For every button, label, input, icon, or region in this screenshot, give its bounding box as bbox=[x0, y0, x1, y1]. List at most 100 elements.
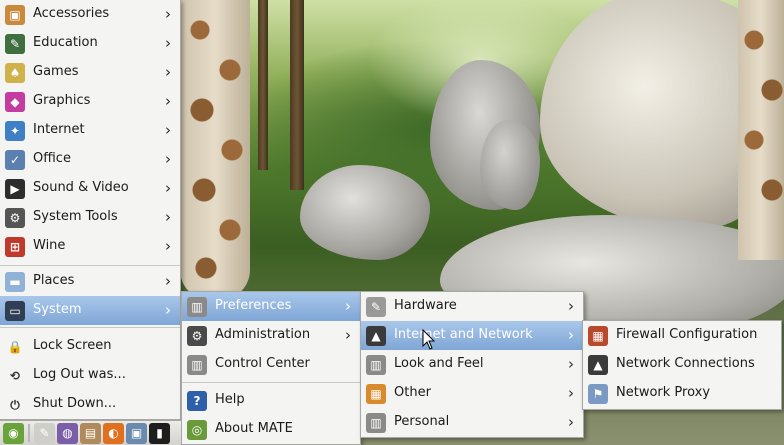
sound-video-icon: ▶ bbox=[5, 179, 25, 199]
menu-item-places[interactable]: ▬ Places › bbox=[0, 267, 180, 296]
firewall-icon: ▦ bbox=[588, 326, 608, 346]
menu-item-label: Control Center bbox=[215, 356, 310, 371]
mouse-cursor-icon bbox=[422, 329, 436, 350]
menu-item-label: System bbox=[33, 302, 82, 317]
menu-item-system[interactable]: ▭ System › bbox=[0, 296, 180, 325]
chevron-right-icon: › bbox=[165, 301, 171, 319]
menu-item-label: Education bbox=[33, 35, 98, 50]
menu-item-hardware[interactable]: ✎ Hardware › bbox=[361, 292, 583, 321]
preferences-icon: ▥ bbox=[187, 297, 207, 317]
preferences-submenu: ✎ Hardware › ▲ Internet and Network › ▥ Look an… bbox=[360, 291, 584, 438]
menu-item-administration[interactable]: ⚙ Administration › bbox=[182, 321, 360, 350]
menu-item-label: Hardware bbox=[394, 298, 457, 313]
logout-icon: ⟲ bbox=[9, 369, 21, 383]
menu-item-label: Help bbox=[215, 392, 245, 407]
menu-item-network-connections[interactable]: ▲ Network Connections bbox=[583, 350, 781, 379]
menu-item-personal[interactable]: ▥ Personal › bbox=[361, 408, 583, 437]
network-connections-icon: ▲ bbox=[588, 355, 608, 375]
menu-item-about-mate[interactable]: ◎ About MATE bbox=[182, 415, 360, 444]
graphics-icon: ◆ bbox=[5, 92, 25, 112]
menu-item-label: Office bbox=[33, 151, 71, 166]
chevron-right-icon: › bbox=[165, 5, 171, 23]
menu-item-label: Shut Down... bbox=[33, 396, 117, 411]
system-submenu: ▥ Preferences › ⚙ Administration › ▥ Con… bbox=[181, 291, 361, 445]
menu-item-education[interactable]: ✎ Education › bbox=[0, 29, 180, 58]
menu-item-label: Places bbox=[33, 273, 75, 288]
menu-item-firewall-configuration[interactable]: ▦ Firewall Configuration bbox=[583, 321, 781, 350]
menu-item-label: Sound & Video bbox=[33, 180, 129, 195]
chevron-right-icon: › bbox=[568, 297, 574, 315]
network-icon: ▲ bbox=[366, 326, 386, 346]
help-icon: ? bbox=[187, 391, 207, 411]
firefox-icon[interactable]: ◐ bbox=[103, 422, 124, 444]
file-manager-icon[interactable]: ▣ bbox=[126, 422, 147, 444]
menu-item-system-tools[interactable]: ⚙ System Tools › bbox=[0, 203, 180, 232]
network-proxy-icon: ⚑ bbox=[588, 384, 608, 404]
menu-item-label: Preferences bbox=[215, 298, 292, 313]
menu-item-label: About MATE bbox=[215, 421, 293, 436]
menu-item-label: Lock Screen bbox=[33, 338, 112, 353]
chevron-right-icon: › bbox=[345, 297, 351, 315]
internet-network-submenu: ▦ Firewall Configuration ▲ Network Connecti… bbox=[582, 320, 782, 410]
chevron-right-icon: › bbox=[568, 355, 574, 373]
menu-item-internet-and-network[interactable]: ▲ Internet and Network › bbox=[361, 321, 583, 350]
menu-item-internet[interactable]: ✦ Internet › bbox=[0, 116, 180, 145]
power-icon: ⏻ bbox=[10, 397, 20, 412]
menu-item-label: System Tools bbox=[33, 209, 118, 224]
games-icon: ♠ bbox=[5, 63, 25, 83]
look-feel-icon: ▥ bbox=[366, 355, 386, 375]
system-monitor-icon: ▭ bbox=[5, 301, 25, 321]
menu-item-label: Wine bbox=[33, 238, 66, 253]
menu-item-label: Look and Feel bbox=[394, 356, 484, 371]
chevron-right-icon: › bbox=[165, 272, 171, 290]
administration-icon: ⚙ bbox=[187, 326, 207, 346]
menu-item-preferences[interactable]: ▥ Preferences › bbox=[182, 292, 360, 321]
menu-item-look-and-feel[interactable]: ▥ Look and Feel › bbox=[361, 350, 583, 379]
applications-menu: ▣ Accessories › ✎ Education › ♠ Games › ◆ Graphics… bbox=[0, 0, 181, 420]
chevron-right-icon: › bbox=[165, 208, 171, 226]
menu-item-shut-down[interactable]: ⏻ Shut Down... bbox=[0, 390, 180, 419]
menu-item-label: Graphics bbox=[33, 93, 91, 108]
education-icon: ✎ bbox=[5, 34, 25, 54]
menu-item-lock-screen[interactable]: 🔒 Lock Screen bbox=[0, 332, 180, 361]
other-icon: ▦ bbox=[366, 384, 386, 404]
menu-item-control-center[interactable]: ▥ Control Center bbox=[182, 350, 360, 379]
terminal-icon[interactable]: ▮ bbox=[149, 422, 170, 444]
chevron-right-icon: › bbox=[165, 34, 171, 52]
bottom-panel: ◉ ✎ ◍ ▤ ◐ ▣ ▮ bbox=[0, 420, 181, 445]
text-editor-icon[interactable]: ✎ bbox=[34, 422, 55, 444]
mate-menu-icon[interactable]: ◉ bbox=[3, 422, 24, 444]
menu-item-sound-video[interactable]: ▶ Sound & Video › bbox=[0, 174, 180, 203]
menu-item-accessories[interactable]: ▣ Accessories › bbox=[0, 0, 180, 29]
menu-item-label: Other bbox=[394, 385, 431, 400]
menu-item-label: Network Connections bbox=[616, 356, 755, 371]
chevron-right-icon: › bbox=[568, 413, 574, 431]
menu-item-graphics[interactable]: ◆ Graphics › bbox=[0, 87, 180, 116]
chevron-right-icon: › bbox=[165, 63, 171, 81]
chevron-right-icon: › bbox=[165, 92, 171, 110]
menu-item-network-proxy[interactable]: ⚑ Network Proxy bbox=[583, 379, 781, 408]
personal-icon: ▥ bbox=[366, 413, 386, 433]
menu-item-other[interactable]: ▦ Other › bbox=[361, 379, 583, 408]
office-icon: ✓ bbox=[5, 150, 25, 170]
menu-item-games[interactable]: ♠ Games › bbox=[0, 58, 180, 87]
menu-item-label: Internet and Network bbox=[394, 327, 533, 342]
chevron-right-icon: › bbox=[165, 121, 171, 139]
menu-item-label: Administration bbox=[215, 327, 311, 342]
menu-item-office[interactable]: ✓ Office › bbox=[0, 145, 180, 174]
pidgin-icon[interactable]: ◍ bbox=[57, 422, 78, 444]
menu-item-label: Internet bbox=[33, 122, 85, 137]
chevron-right-icon: › bbox=[345, 326, 351, 344]
menu-item-label: Accessories bbox=[33, 6, 110, 21]
system-tools-icon: ⚙ bbox=[5, 208, 25, 228]
menu-item-wine[interactable]: ⊞ Wine › bbox=[0, 232, 180, 261]
archive-icon[interactable]: ▤ bbox=[80, 422, 101, 444]
control-center-icon: ▥ bbox=[187, 355, 207, 375]
wine-icon: ⊞ bbox=[5, 237, 25, 257]
lock-icon: 🔒 bbox=[7, 340, 23, 354]
hardware-icon: ✎ bbox=[366, 297, 386, 317]
menu-item-log-out[interactable]: ⟲ Log Out was... bbox=[0, 361, 180, 390]
chevron-right-icon: › bbox=[165, 237, 171, 255]
menu-item-label: Games bbox=[33, 64, 79, 79]
menu-item-help[interactable]: ? Help bbox=[182, 386, 360, 415]
